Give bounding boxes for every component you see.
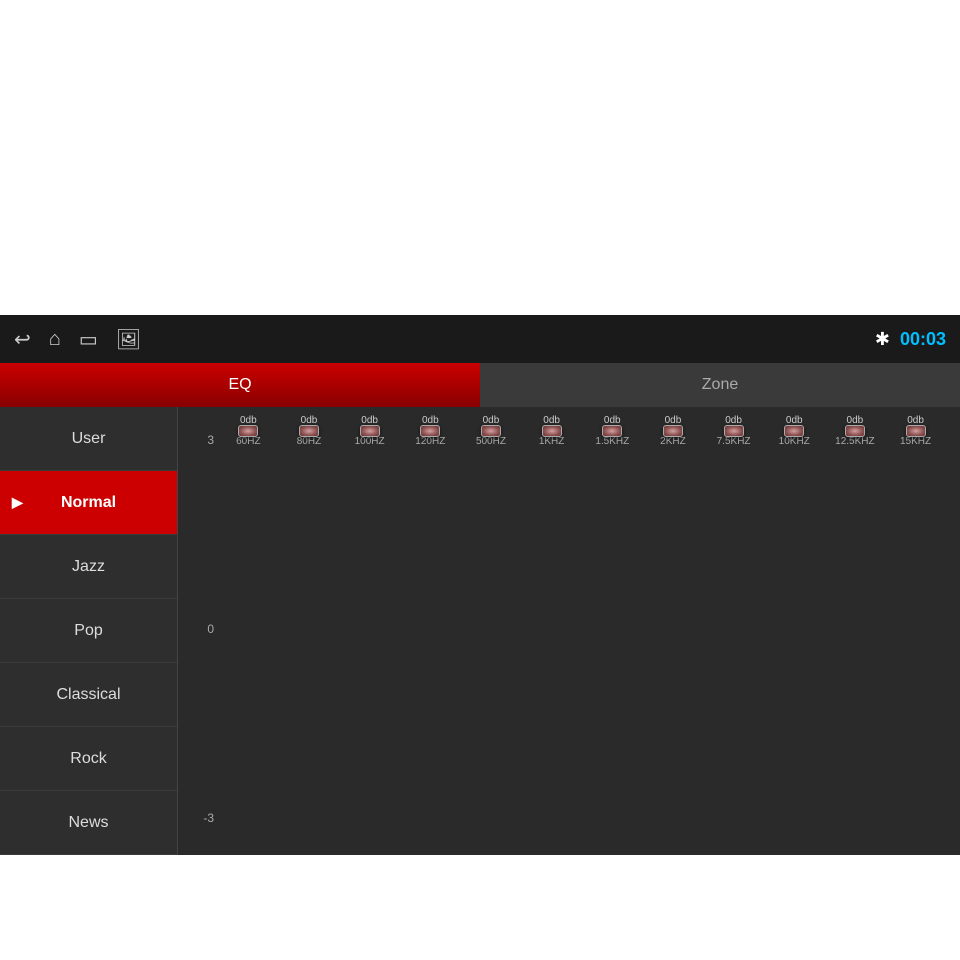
slider-thumb[interactable]	[299, 425, 319, 437]
slider-thumb[interactable]	[845, 425, 865, 437]
slider-track	[852, 430, 858, 432]
slider-thumb[interactable]	[542, 425, 562, 437]
slider-track	[427, 430, 433, 432]
slider-track	[488, 430, 494, 432]
freq-label-2khz: 2KHZ	[653, 436, 693, 447]
slider-track	[367, 430, 373, 432]
freq-label-7.5khz: 7.5KHZ	[714, 436, 754, 447]
bluetooth-icon: ✱	[875, 329, 890, 350]
active-indicator-icon: ▶	[12, 494, 23, 511]
slider-thumb[interactable]	[238, 425, 258, 437]
freq-label-100hz: 100HZ	[350, 436, 390, 447]
slider-thumb[interactable]	[906, 425, 926, 437]
freq-label-12.5khz: 12.5KHZ	[835, 436, 875, 447]
slider-track	[913, 430, 919, 432]
slider-track	[245, 430, 251, 432]
slider-thumb[interactable]	[663, 425, 683, 437]
eq-scale: 3 0 -3 0db0db0db0db0db0db0db0db0db0db0db…	[188, 415, 950, 847]
eq-preset-sidebar: User ▶ Normal Jazz Pop Classical Rock Ne…	[0, 407, 178, 855]
freq-label-500hz: 500HZ	[471, 436, 511, 447]
y-label-bot: -3	[188, 811, 214, 825]
slider-track	[549, 430, 555, 432]
slider-thumb[interactable]	[360, 425, 380, 437]
top-bar: ↩ ⌂ ▭ 🖼 ✱ 00:03	[0, 315, 960, 363]
y-axis: 3 0 -3	[188, 415, 214, 847]
clock-display: 00:03	[900, 329, 946, 350]
tab-bar: EQ Zone	[0, 363, 960, 407]
freq-label-1khz: 1KHZ	[532, 436, 572, 447]
freq-label-10khz: 10KHZ	[774, 436, 814, 447]
sidebar-item-jazz[interactable]: Jazz	[0, 535, 177, 599]
slider-track	[670, 430, 676, 432]
freq-labels-row: 60HZ 80HZ 100HZ 120HZ 500HZ 1KHZ 1.5KHZ 2KHZ 7.5…	[214, 432, 950, 447]
sidebar-item-user[interactable]: User	[0, 407, 177, 471]
sidebar-item-pop[interactable]: Pop	[0, 599, 177, 663]
freq-label-1.5khz: 1.5KHZ	[592, 436, 632, 447]
slider-track	[731, 430, 737, 432]
slider-thumb[interactable]	[481, 425, 501, 437]
tab-zone[interactable]: Zone	[480, 363, 960, 407]
slider-thumb[interactable]	[420, 425, 440, 437]
device-screen: ↩ ⌂ ▭ 🖼 ✱ 00:03 EQ Zone User ▶ Normal	[0, 315, 960, 855]
eq-panel: 3 0 -3 0db0db0db0db0db0db0db0db0db0db0db…	[178, 407, 960, 855]
slider-track	[791, 430, 797, 432]
sliders-area: 0db0db0db0db0db0db0db0db0db0db0db0db 60H…	[214, 415, 950, 447]
freq-label-80hz: 80HZ	[289, 436, 329, 447]
y-label-mid: 0	[188, 622, 214, 636]
freq-label-120hz: 120HZ	[410, 436, 450, 447]
db-labels-row: 0db0db0db0db0db0db0db0db0db0db0db0db	[214, 415, 950, 426]
sidebar-item-rock[interactable]: Rock	[0, 727, 177, 791]
tab-eq[interactable]: EQ	[0, 363, 480, 407]
sidebar-item-normal[interactable]: ▶ Normal	[0, 471, 177, 535]
slider-thumb[interactable]	[602, 425, 622, 437]
back-icon[interactable]: ↩	[14, 327, 31, 352]
status-area: ✱ 00:03	[875, 329, 946, 350]
sidebar-item-news[interactable]: News	[0, 791, 177, 855]
main-content: User ▶ Normal Jazz Pop Classical Rock Ne…	[0, 407, 960, 855]
slider-track	[306, 430, 312, 432]
sidebar-item-classical[interactable]: Classical	[0, 663, 177, 727]
slider-thumb[interactable]	[724, 425, 744, 437]
slider-track	[609, 430, 615, 432]
home-icon[interactable]: ⌂	[49, 328, 61, 351]
slider-thumb[interactable]	[784, 425, 804, 437]
screen-icon[interactable]: ▭	[79, 327, 98, 352]
freq-label-15khz: 15KHZ	[896, 436, 936, 447]
freq-label-60hz: 60HZ	[228, 436, 268, 447]
nav-icons: ↩ ⌂ ▭ 🖼	[14, 327, 141, 352]
y-label-top: 3	[188, 433, 214, 447]
image-icon[interactable]: 🖼	[116, 327, 141, 352]
